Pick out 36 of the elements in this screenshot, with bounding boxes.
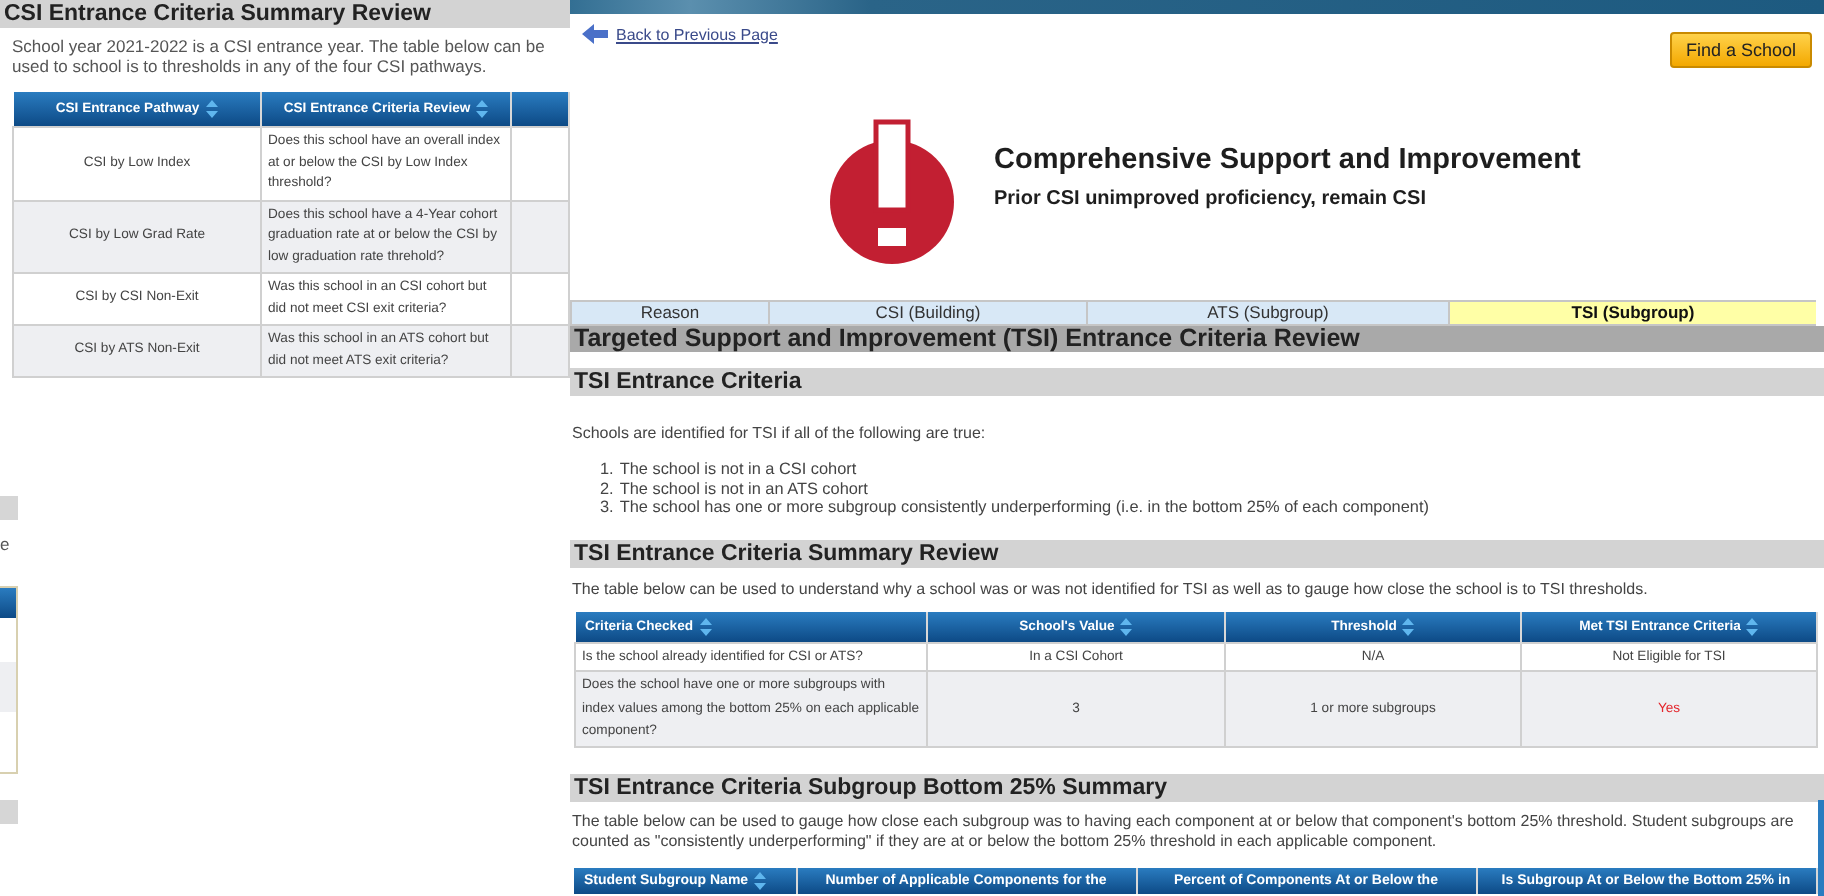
sort-icon[interactable] xyxy=(754,871,767,889)
page-subtitle: Prior CSI unimproved proficiency, remain CSI xyxy=(994,187,1428,209)
tab[interactable]: CSI (Building) xyxy=(768,300,1086,326)
sort-icon[interactable] xyxy=(1120,617,1133,635)
back-link[interactable]: Back to Previous Page xyxy=(616,25,778,43)
list-number: 3. xyxy=(600,498,614,517)
tab[interactable]: TSI (Subgroup) xyxy=(1448,300,1816,326)
intro-text: School year 2021-2022 is a CSI entrance year. The table below can be used to school is to thresholds in any of the four CSI pathways. xyxy=(12,36,547,76)
tab[interactable]: ATS (Subgroup) xyxy=(1086,300,1448,326)
list-item: The school is not in a CSI cohort xyxy=(619,460,857,479)
find-school-button[interactable]: Find a School xyxy=(1669,32,1812,68)
back-arrow-icon[interactable] xyxy=(582,24,608,44)
sort-icon[interactable] xyxy=(476,100,489,118)
sort-icon[interactable] xyxy=(205,100,218,118)
list-item: The school is not in an ATS cohort xyxy=(619,479,868,498)
fragment-text: e xyxy=(0,534,10,554)
scrollbar[interactable] xyxy=(1818,800,1824,896)
list-number: 1. xyxy=(600,460,614,479)
intro-text: The table below can be used to gauge how close each subgroup was to having each component at or below that component's bottom 25% threshold. Student subgroups are counted as "consistently underperforming" if they are at or below the bottom 25% threshold in each applicable component. xyxy=(570,811,1796,851)
page-title: Comprehensive Support and Improvement xyxy=(994,143,1581,175)
list-number: 2. xyxy=(600,479,614,498)
intro-text: Schools are identified for TSI if all of the following are true: xyxy=(570,424,988,444)
section-heading: CSI Entrance Criteria Summary Review xyxy=(0,0,570,28)
section-heading: TSI Entrance Criteria xyxy=(570,368,1824,396)
section-heading: TSI Entrance Criteria Subgroup Bottom 25% Summary xyxy=(570,773,1824,801)
sort-icon[interactable] xyxy=(1746,617,1759,635)
sort-icon[interactable] xyxy=(1402,617,1415,635)
section-heading-bar xyxy=(0,800,18,824)
exclamation-icon xyxy=(826,118,958,266)
section-heading: Targeted Support and Improvement (TSI) Entrance Criteria Review xyxy=(570,326,1824,352)
section-heading-bar xyxy=(0,496,18,520)
tab[interactable]: Reason xyxy=(570,300,768,326)
list-item: The school has one or more subgroup consistently underperforming (i.e. in the bottom 25% of each component) xyxy=(619,498,1429,517)
section-heading: TSI Entrance Criteria Summary Review xyxy=(570,539,1824,567)
sort-icon[interactable] xyxy=(699,617,712,635)
intro-text: The table below can be used to understand why a school was or was not identified for TSI as well as to gauge how close the school is to TSI thresholds. xyxy=(570,579,1650,599)
